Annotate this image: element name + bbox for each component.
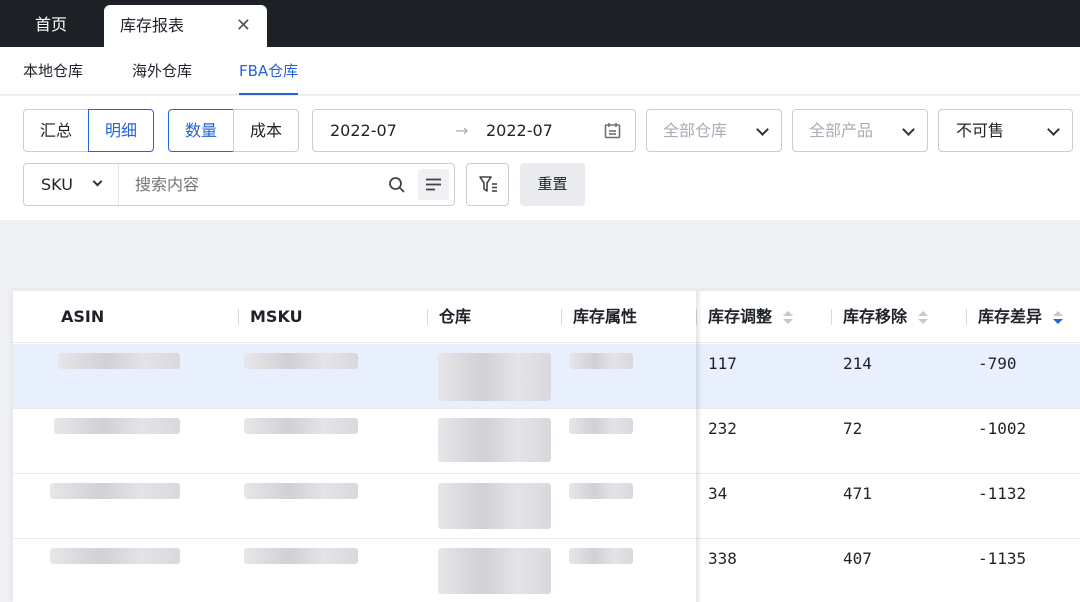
remove-value: 214 [843,354,872,373]
filter-panel: 汇总 明细 数量 成本 2022-07 → 2022-07 全部仓库 全部产品 … [0,96,1080,220]
date-range-picker[interactable]: 2022-07 → 2022-07 [312,109,636,152]
chevron-down-icon [92,176,103,187]
summary-option[interactable]: 汇总 [23,109,90,152]
warehouse-select[interactable]: 全部仓库 [646,109,782,152]
cost-option[interactable]: 成本 [233,109,300,152]
column-divider [831,309,832,325]
tab-fba-warehouse[interactable]: FBA仓库 [239,47,299,95]
inventory-table: ASIN MSKU 仓库 库存属性 库存调整 库存移除 库存差异 117 214… [13,291,1080,602]
date-start: 2022-07 [330,121,397,140]
redacted-asin [50,483,180,499]
quantity-option[interactable]: 数量 [168,109,235,152]
redacted-attr [569,548,633,564]
redacted-asin [54,418,180,434]
diff-value: -790 [978,354,1017,373]
col-remove[interactable]: 库存移除 [831,291,928,343]
warehouse-tabs: 本地仓库 海外仓库 FBA仓库 [0,47,1080,95]
redacted-warehouse [438,548,551,594]
advanced-filter-button[interactable] [466,163,509,206]
remove-value: 72 [843,419,863,438]
redacted-attr [569,483,633,499]
adjust-value: 232 [708,419,737,438]
search-icon[interactable] [388,176,406,194]
tab-local-warehouse[interactable]: 本地仓库 [23,47,83,95]
table-header: ASIN MSKU 仓库 库存属性 库存调整 库存移除 库存差异 [13,291,1080,343]
column-divider [966,309,967,325]
arrow-right-icon: → [455,121,469,140]
filter-icon [479,176,497,192]
col-diff-label: 库存差异 [978,307,1043,326]
multi-line-search-icon[interactable] [418,169,449,200]
sellable-select[interactable]: 不可售 [938,109,1073,152]
redacted-warehouse [438,353,551,401]
remove-value: 471 [843,484,872,503]
search-bar: SKU [23,163,455,206]
column-divider [561,309,562,325]
reset-button[interactable]: 重置 [520,163,585,206]
col-msku-label: MSKU [250,307,303,326]
calendar-icon[interactable] [604,122,621,139]
chevron-down-icon [902,123,915,136]
remove-value: 407 [843,549,872,568]
col-warehouse-label: 仓库 [439,307,472,326]
redacted-asin [58,353,180,369]
diff-value: -1132 [978,484,1027,503]
sellable-value: 不可售 [956,121,1005,140]
product-placeholder: 全部产品 [809,121,874,140]
col-adjust[interactable]: 库存调整 [696,291,793,343]
redacted-msku [244,548,358,564]
tab-overseas-warehouse[interactable]: 海外仓库 [132,47,192,95]
search-field-select[interactable]: SKU [24,164,119,205]
redacted-warehouse [438,418,551,462]
column-divider [427,309,428,325]
col-inventory-attr: 库存属性 [561,291,638,343]
tab-home[interactable]: 首页 [18,0,84,47]
col-inventory-attr-label: 库存属性 [573,307,638,326]
redacted-warehouse [438,483,551,529]
warehouse-placeholder: 全部仓库 [663,121,728,140]
table-row[interactable]: 232 72 -1002 [13,409,1080,474]
col-remove-label: 库存移除 [843,307,908,326]
col-warehouse: 仓库 [427,291,472,343]
adjust-value: 117 [708,354,737,373]
tab-inventory-report-label: 库存报表 [120,16,185,35]
view-mode-toggle: 汇总 明细 [23,109,155,152]
redacted-asin [50,548,180,564]
date-end: 2022-07 [486,121,553,140]
tab-inventory-report[interactable]: 库存报表 ✕ [104,5,267,47]
col-diff[interactable]: 库存差异 [966,291,1063,343]
redacted-msku [244,483,358,499]
column-divider [238,309,239,325]
product-select[interactable]: 全部产品 [792,109,928,152]
adjust-value: 34 [708,484,728,503]
redacted-msku [244,353,358,369]
table-row[interactable]: 34 471 -1132 [13,474,1080,539]
col-msku: MSKU [238,291,303,343]
redacted-attr [569,353,633,369]
redacted-attr [569,418,633,434]
adjust-value: 338 [708,549,737,568]
col-adjust-label: 库存调整 [708,307,773,326]
chevron-down-icon [1047,123,1060,136]
fixed-column-shadow [696,291,702,602]
chevron-down-icon [756,123,769,136]
table-row[interactable]: 338 407 -1135 [13,539,1080,602]
diff-value: -1002 [978,419,1027,438]
diff-value: -1135 [978,549,1027,568]
search-field-value: SKU [41,175,73,194]
col-asin: ASIN [61,307,105,326]
detail-option[interactable]: 明细 [88,109,155,152]
top-tab-bar: 首页 库存报表 ✕ [0,0,1080,47]
redacted-msku [244,418,358,434]
table-row[interactable]: 117 214 -790 [13,344,1080,409]
measure-toggle: 数量 成本 [168,109,300,152]
search-input[interactable] [120,164,370,205]
close-icon[interactable]: ✕ [236,5,251,47]
